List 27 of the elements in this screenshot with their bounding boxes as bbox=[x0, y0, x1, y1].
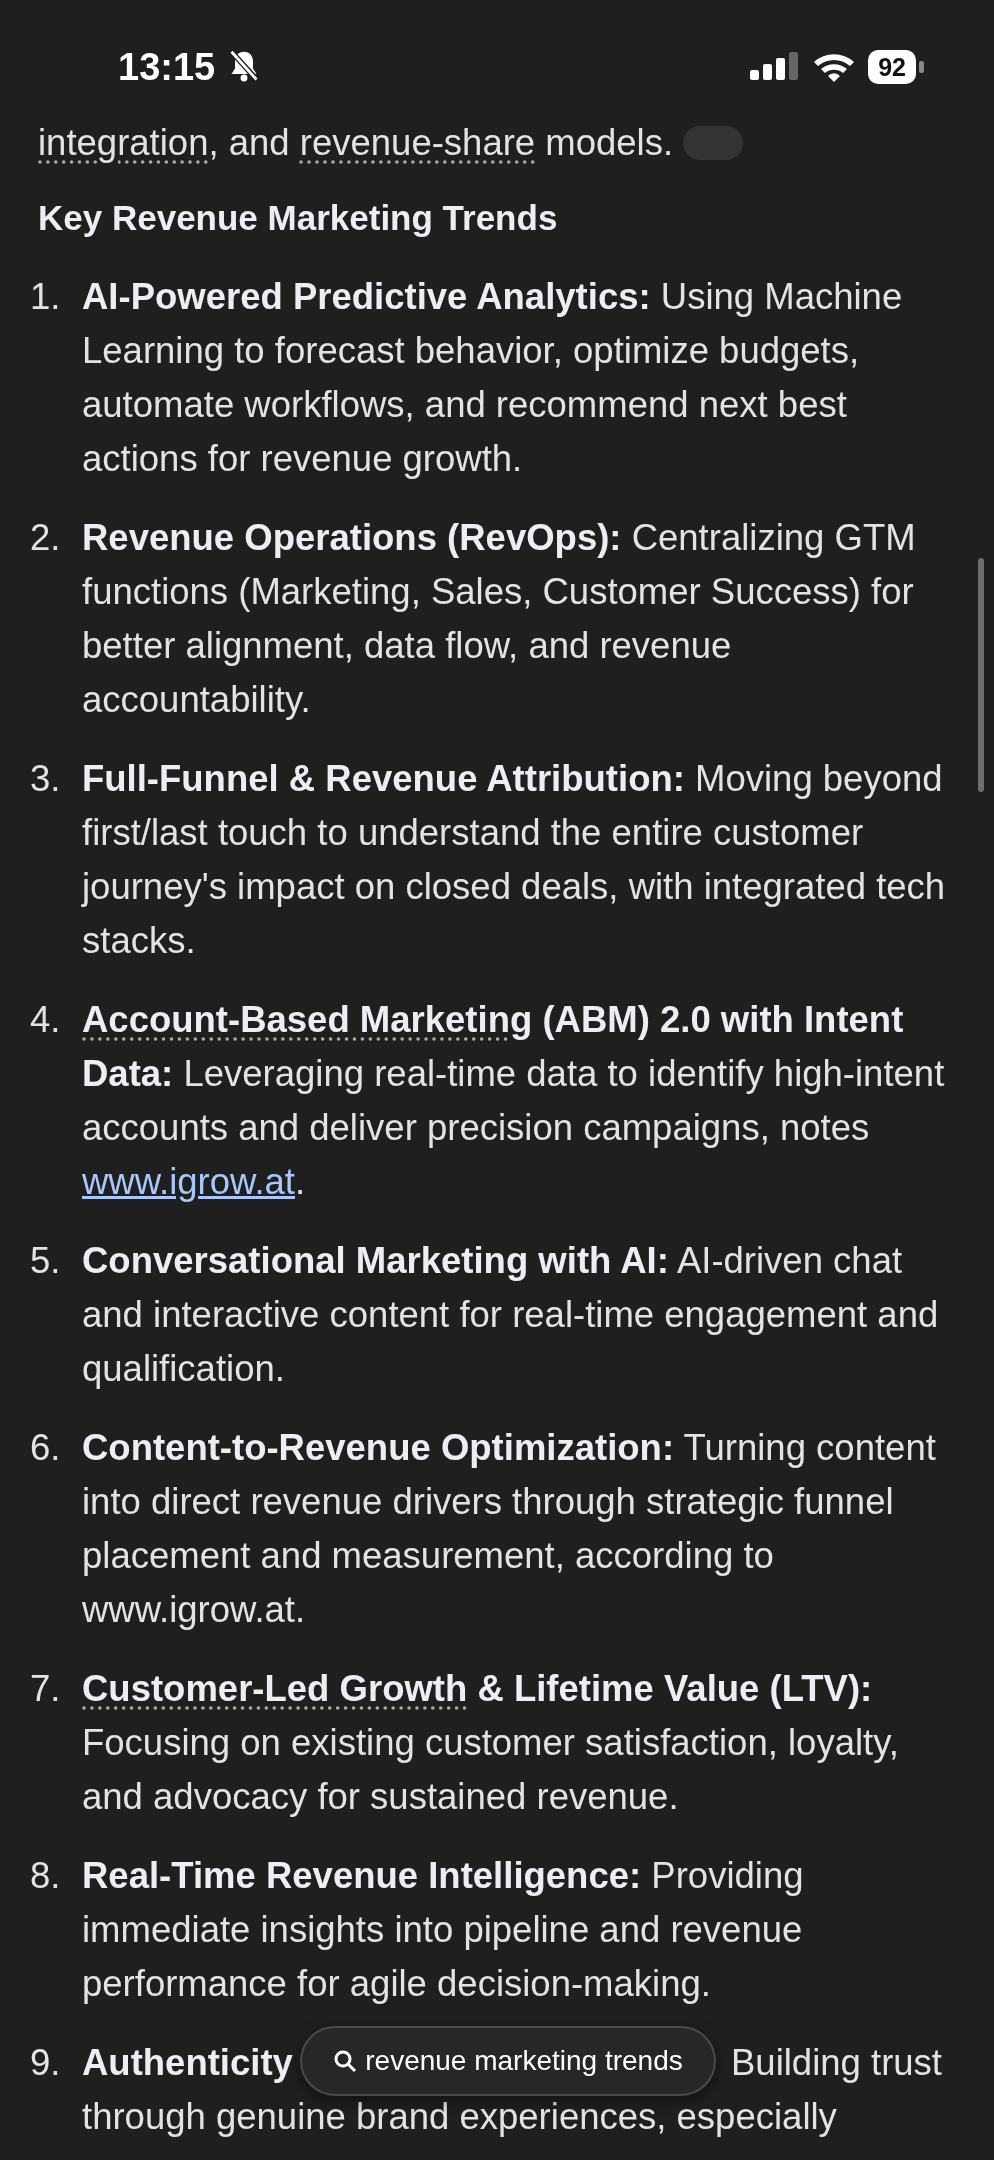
list-number: 4. bbox=[30, 998, 62, 1042]
list-number: 3. bbox=[30, 757, 62, 801]
scrollbar[interactable] bbox=[978, 558, 984, 792]
list-number: 9. bbox=[30, 2041, 62, 2085]
list-item-text: Content-to-Revenue Optimization: Turning content into direct revenue drivers through strategic funnel placement and measurement, according to www.igrow.at. bbox=[82, 1426, 937, 1632]
list-item-text: AI-Powered Predictive Analytics: Using Machine Learning to forecast behavior, optimize budgets, automate workflows, and recommend next best actions for revenue growth. bbox=[82, 275, 904, 481]
search-suggestion-button[interactable]: revenue marketing trends bbox=[300, 2026, 716, 2096]
list-item-text: Full-Funnel & Revenue Attribution: Moving beyond first/last touch to understand the entire customer journey's impact on closed deals, with integrated tech stacks. bbox=[82, 757, 947, 963]
list-number: 8. bbox=[30, 1854, 62, 1898]
list-item-text: Account-Based Marketing (ABM) 2.0 with Intent Data: Leveraging real-time data to identify high-intent accounts and deliver precision campaigns, notes www.igrow.at. bbox=[82, 998, 946, 1204]
list-item-text: Conversational Marketing with AI: AI-driven chat and interactive content for real-time engagement and qualification. bbox=[82, 1239, 940, 1391]
list-item-text: Customer-Led Growth & Lifetime Value (LTV): Focusing on existing customer satisfaction, loyalty, and advocacy for sustained revenue. bbox=[82, 1667, 900, 1819]
list-item-text: Authenticity bbox=[82, 2041, 293, 2085]
list-item-text: through genuine brand experiences, especially bbox=[82, 2095, 838, 2139]
list-number: 6. bbox=[30, 1426, 62, 1470]
list-number: 1. bbox=[30, 275, 62, 319]
search-icon bbox=[333, 2049, 358, 2073]
list-number: 5. bbox=[30, 1239, 62, 1283]
paragraph: integration, and revenue-share models. bbox=[38, 121, 674, 165]
list-item-text: Real-Time Revenue Intelligence: Providing immediate insights into pipeline and revenue performance for agile decision-making. bbox=[82, 1854, 805, 2006]
list-number: 2. bbox=[30, 516, 62, 560]
list-item-text: Building trust bbox=[731, 2041, 942, 2085]
list-item-text: Revenue Operations (RevOps): Centralizing GTM functions (Marketing, Sales, Customer Success) for better alignment, data flow, and revenue accountability. bbox=[82, 516, 917, 722]
clock-time: 13:15 bbox=[118, 45, 216, 89]
link[interactable]: www.igrow.at bbox=[82, 1161, 295, 1202]
list-number: 7. bbox=[30, 1667, 62, 1711]
section-heading: Key Revenue Marketing Trends bbox=[38, 197, 559, 239]
